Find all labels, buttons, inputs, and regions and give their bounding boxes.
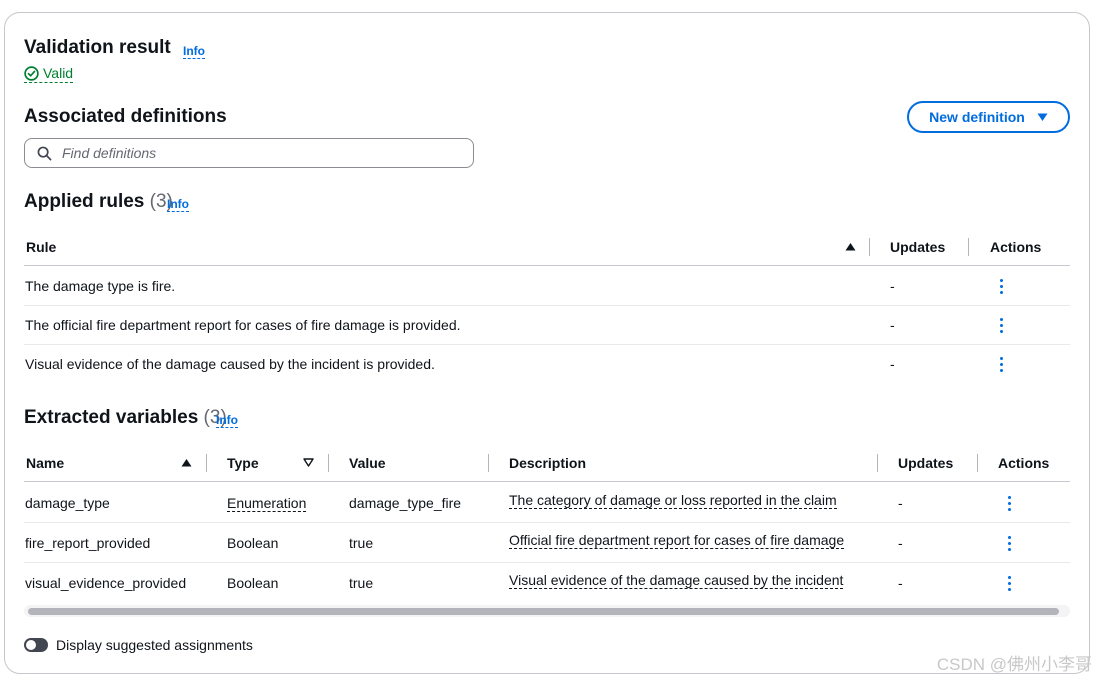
var-row-2-description[interactable]: Official fire department report for case… bbox=[509, 532, 845, 549]
var-row-3-value: true bbox=[349, 575, 374, 591]
rules-col-updates: Updates bbox=[890, 239, 946, 255]
var-row-2-value: true bbox=[349, 535, 374, 551]
var-row-1-description[interactable]: The category of damage or loss reported … bbox=[509, 492, 837, 509]
rule-row-3-text: Visual evidence of the damage caused by … bbox=[25, 356, 435, 372]
vars-col-actions: Actions bbox=[998, 455, 1050, 471]
applied-rules-title-text: Applied rules bbox=[24, 191, 145, 212]
vars-col-description: Description bbox=[509, 455, 587, 471]
sort-unsorted-icon[interactable] bbox=[303, 458, 314, 467]
var-row-2-name: fire_report_provided bbox=[25, 535, 151, 551]
rules-col-actions: Actions bbox=[990, 239, 1042, 255]
row-divider bbox=[24, 562, 1070, 563]
var-row-1-type[interactable]: Enumeration bbox=[227, 495, 307, 512]
rules-header-divider bbox=[24, 265, 1070, 266]
vars-col-updates: Updates bbox=[898, 455, 954, 471]
definitions-title: Associated definitions bbox=[24, 106, 227, 127]
row-divider bbox=[24, 522, 1070, 523]
var-row-3-type: Boolean bbox=[227, 575, 279, 591]
applied-rules-title: Applied rules (3) bbox=[24, 191, 173, 213]
column-separator[interactable] bbox=[488, 454, 489, 472]
sort-ascending-icon[interactable] bbox=[181, 458, 192, 467]
var-row-1-updates: - bbox=[898, 495, 903, 511]
rule-row-2-actions-icon[interactable] bbox=[1000, 318, 1004, 336]
var-row-2-updates: - bbox=[898, 535, 903, 551]
suggested-assignments-toggle[interactable] bbox=[24, 638, 48, 652]
applied-rules-info-link[interactable]: Info bbox=[167, 197, 189, 212]
column-separator[interactable] bbox=[877, 454, 878, 472]
var-row-2-type: Boolean bbox=[227, 535, 279, 551]
horizontal-scrollbar-thumb[interactable] bbox=[28, 608, 1059, 615]
find-definitions-search[interactable] bbox=[24, 138, 474, 168]
rule-row-1-actions-icon[interactable] bbox=[1000, 279, 1004, 297]
extracted-variables-info-link[interactable]: Info bbox=[216, 413, 238, 428]
column-separator[interactable] bbox=[977, 454, 978, 472]
rule-row-2-updates: - bbox=[890, 317, 895, 333]
validation-status-text: Valid bbox=[43, 65, 74, 81]
var-row-1-name: damage_type bbox=[25, 495, 110, 511]
find-definitions-input[interactable] bbox=[60, 144, 444, 162]
var-row-1-value: damage_type_fire bbox=[349, 495, 462, 511]
rules-col-rule[interactable]: Rule bbox=[26, 239, 56, 255]
var-row-3-description[interactable]: Visual evidence of the damage caused by … bbox=[509, 572, 844, 589]
rule-row-3-actions-icon[interactable] bbox=[1000, 357, 1004, 375]
suggested-assignments-label: Display suggested assignments bbox=[56, 637, 253, 653]
row-divider bbox=[24, 344, 1070, 345]
rule-row-1-updates: - bbox=[890, 278, 895, 294]
validation-title: Validation result bbox=[24, 37, 171, 58]
extracted-variables-title-text: Extracted variables bbox=[24, 407, 199, 428]
validation-info-link[interactable]: Info bbox=[183, 44, 205, 59]
rule-row-3-updates: - bbox=[890, 356, 895, 372]
vars-col-name[interactable]: Name bbox=[26, 455, 64, 471]
rule-row-2-text: The official fire department report for … bbox=[25, 317, 461, 333]
vars-col-value: Value bbox=[349, 455, 386, 471]
new-definition-button[interactable]: New definition bbox=[907, 101, 1070, 133]
var-row-1-actions-icon[interactable] bbox=[1008, 496, 1012, 514]
var-row-3-updates: - bbox=[898, 575, 903, 591]
extracted-variables-title: Extracted variables (3) bbox=[24, 407, 227, 429]
new-definition-label: New definition bbox=[929, 109, 1025, 125]
vars-header-divider bbox=[24, 481, 1070, 482]
var-row-3-name: visual_evidence_provided bbox=[25, 575, 187, 591]
sort-ascending-icon[interactable] bbox=[845, 242, 856, 251]
column-separator[interactable] bbox=[968, 238, 969, 256]
row-divider bbox=[24, 305, 1070, 306]
column-separator[interactable] bbox=[869, 238, 870, 256]
caret-down-icon bbox=[1037, 113, 1048, 121]
column-separator[interactable] bbox=[328, 454, 329, 472]
validation-status: Valid bbox=[24, 65, 74, 83]
rule-row-1-text: The damage type is fire. bbox=[25, 278, 176, 294]
watermark: CSDN @佛州小李哥 bbox=[936, 655, 1092, 674]
check-circle-icon bbox=[24, 65, 39, 81]
column-separator[interactable] bbox=[206, 454, 207, 472]
var-row-3-actions-icon[interactable] bbox=[1008, 576, 1012, 594]
var-row-2-actions-icon[interactable] bbox=[1008, 536, 1012, 554]
vars-col-type[interactable]: Type bbox=[227, 455, 259, 471]
search-icon bbox=[37, 146, 52, 160]
